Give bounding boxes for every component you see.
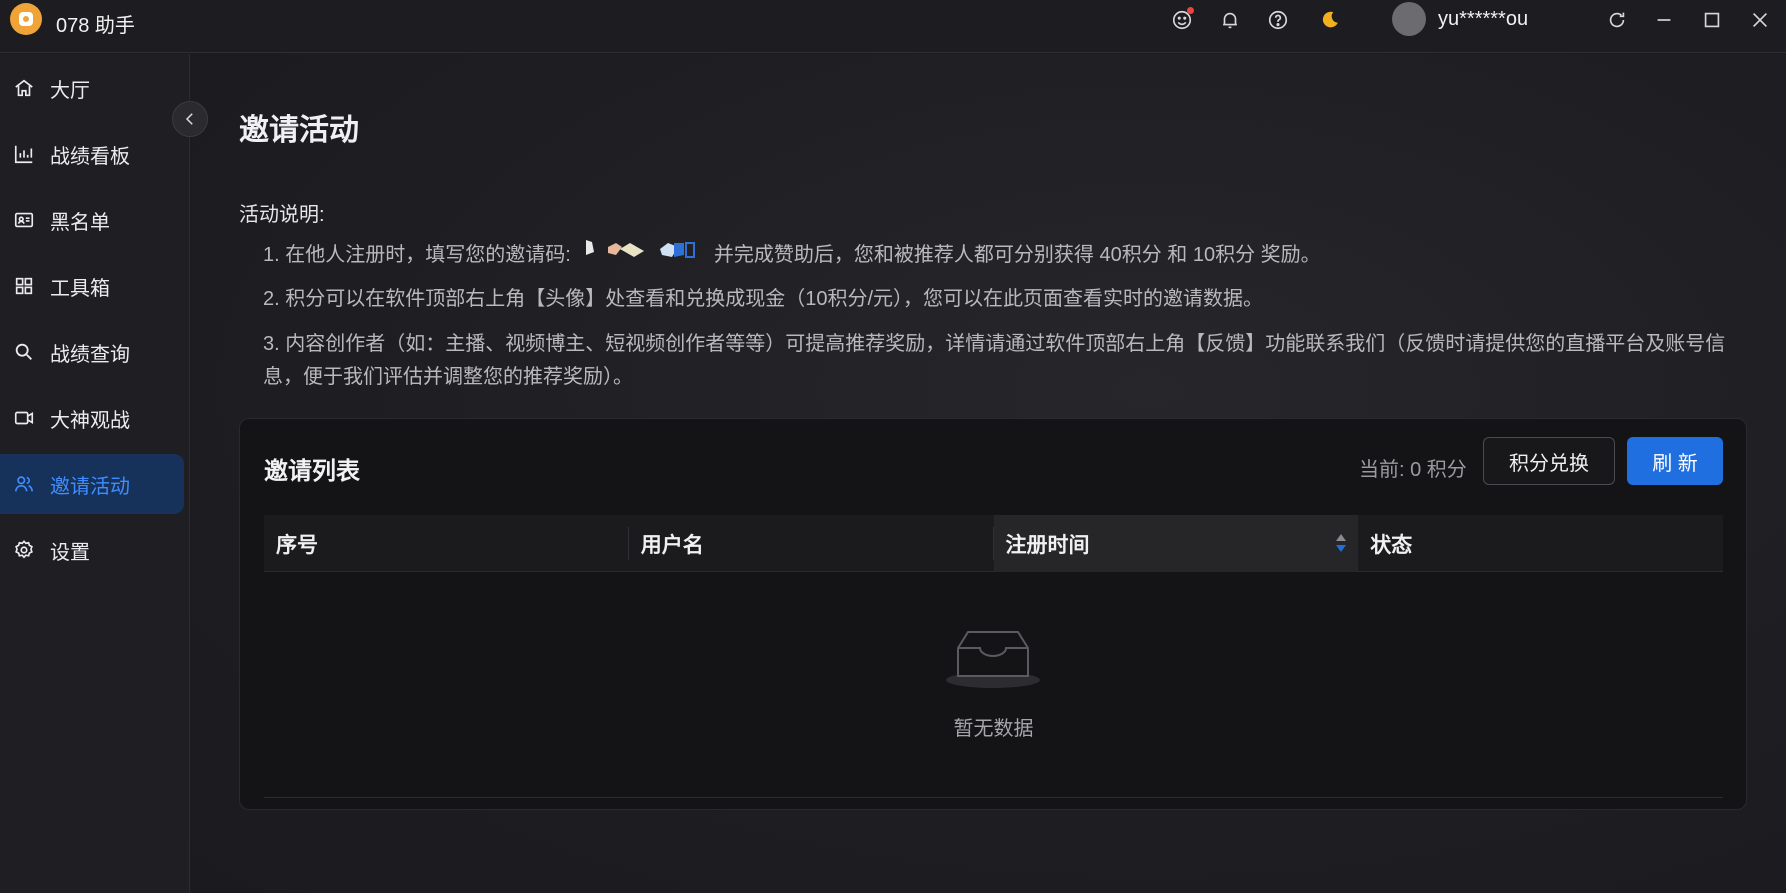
sidebar-item-label: 战绩查询 bbox=[50, 343, 130, 366]
invite-code-image bbox=[582, 237, 702, 274]
empty-inbox-icon bbox=[946, 631, 1040, 688]
sidebar: 大厅 战绩看板 黑名单 工具箱 战绩查询 大神观战 邀请活动 设置 bbox=[0, 54, 190, 893]
title-bar: 078 助手 yu******ou bbox=[0, 0, 1786, 53]
sidebar-item-label: 战绩看板 bbox=[50, 145, 130, 168]
sidebar-item-stats-board[interactable]: 战绩看板 bbox=[0, 124, 184, 184]
app-title: 078 助手 bbox=[56, 15, 135, 37]
emoji-feedback-icon[interactable] bbox=[1168, 6, 1196, 34]
help-icon[interactable] bbox=[1264, 6, 1292, 34]
sidebar-item-label: 大神观战 bbox=[50, 409, 130, 432]
sidebar-item-spectate[interactable]: 大神观战 bbox=[0, 388, 184, 448]
bell-icon[interactable] bbox=[1216, 6, 1244, 34]
activity-description-heading: 活动说明: bbox=[239, 204, 325, 226]
main-content: 邀请活动 活动说明: 1. 在他人注册时，填写您的邀请码: 并完成赞助后，您和被… bbox=[191, 54, 1786, 893]
username[interactable]: yu******ou bbox=[1438, 8, 1528, 31]
maximize-icon[interactable] bbox=[1698, 6, 1726, 34]
table-header: 序号 用户名 注册时间 状态 bbox=[264, 515, 1723, 572]
page-title: 邀请活动 bbox=[239, 114, 359, 147]
search-icon bbox=[12, 340, 36, 364]
id-card-icon bbox=[12, 208, 36, 232]
chevron-left-icon bbox=[185, 113, 193, 125]
current-points: 当前: 0 积分 bbox=[1359, 459, 1467, 481]
refresh-icon[interactable] bbox=[1603, 6, 1631, 34]
description-line-3: 3. 内容创作者（如：主播、视频博主、短视频创作者等等）可提高推荐奖励，详情请通… bbox=[263, 333, 1726, 388]
close-icon[interactable] bbox=[1746, 6, 1774, 34]
invite-list-card: 邀请列表 当前: 0 积分 积分兑换 刷 新 序号 用户名 注册时间 状态 暂无… bbox=[239, 418, 1747, 810]
sidebar-item-settings[interactable]: 设置 bbox=[0, 520, 184, 580]
description-line-2: 2. 积分可以在软件顶部右上角【头像】处查看和兑换成现金（10积分/元），您可以… bbox=[263, 288, 1264, 310]
users-icon bbox=[12, 472, 36, 496]
column-header-register-time[interactable]: 注册时间 bbox=[993, 515, 1359, 572]
sidebar-item-hall[interactable]: 大厅 bbox=[0, 58, 184, 118]
collapse-sidebar-button[interactable] bbox=[172, 101, 208, 137]
invite-list-title: 邀请列表 bbox=[264, 458, 360, 485]
sidebar-item-label: 大厅 bbox=[50, 79, 90, 102]
description-line-1: 1. 在他人注册时，填写您的邀请码: 并完成赞助后，您和被推荐人都可分别获得 4… bbox=[263, 237, 1743, 274]
video-icon bbox=[12, 406, 36, 430]
notification-dot bbox=[1187, 7, 1194, 14]
sidebar-item-label: 设置 bbox=[50, 541, 90, 564]
home-icon bbox=[12, 76, 36, 100]
grid-icon bbox=[12, 274, 36, 298]
column-header-username: 用户名 bbox=[629, 515, 994, 572]
sidebar-item-label: 黑名单 bbox=[50, 211, 110, 234]
minimize-icon[interactable] bbox=[1650, 6, 1678, 34]
sidebar-item-label: 工具箱 bbox=[50, 277, 110, 300]
column-header-label: 注册时间 bbox=[1005, 533, 1090, 557]
sidebar-item-label: 邀请活动 bbox=[50, 475, 130, 498]
gear-icon bbox=[12, 538, 36, 562]
bar-chart-icon bbox=[12, 142, 36, 166]
column-header-status: 状态 bbox=[1370, 533, 1413, 557]
line1-suffix: 并完成赞助后，您和被推荐人都可分别获得 40积分 和 10积分 奖励。 bbox=[713, 243, 1321, 266]
app-logo-icon bbox=[10, 3, 42, 35]
sort-icon[interactable] bbox=[1334, 532, 1348, 554]
moon-theme-icon[interactable] bbox=[1316, 6, 1344, 34]
refresh-button[interactable]: 刷 新 bbox=[1627, 437, 1723, 485]
sidebar-item-stats-query[interactable]: 战绩查询 bbox=[0, 322, 184, 382]
points-exchange-button[interactable]: 积分兑换 bbox=[1483, 437, 1615, 485]
sidebar-item-invite[interactable]: 邀请活动 bbox=[0, 454, 184, 514]
avatar[interactable] bbox=[1392, 2, 1426, 36]
column-header-index: 序号 bbox=[264, 515, 629, 572]
sidebar-item-blacklist[interactable]: 黑名单 bbox=[0, 190, 184, 250]
sidebar-item-toolbox[interactable]: 工具箱 bbox=[0, 256, 184, 316]
line1-prefix: 1. 在他人注册时，填写您的邀请码: bbox=[263, 243, 571, 266]
empty-text: 暂无数据 bbox=[953, 718, 1034, 740]
empty-state: 暂无数据 bbox=[264, 572, 1723, 798]
